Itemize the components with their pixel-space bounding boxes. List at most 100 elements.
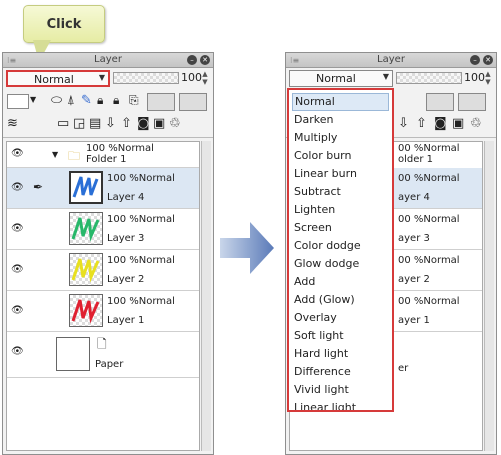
blend-option-soft-light[interactable]: Soft light bbox=[292, 327, 391, 345]
palette-icon[interactable]: ⬭ bbox=[51, 93, 62, 108]
layer-row-paper[interactable]: 👁︎ 🗋︎ Paper bbox=[7, 332, 199, 378]
blend-option-color-burn[interactable]: Color burn bbox=[292, 147, 391, 165]
toolbar-row-1 bbox=[426, 93, 486, 111]
blend-option-glow-dodge[interactable]: Glow dodge bbox=[292, 255, 391, 273]
lock-icon[interactable]: 🔒︎ bbox=[97, 93, 103, 108]
transfer-down-icon[interactable]: ⇩ bbox=[105, 116, 116, 131]
layer-name: Layer 1 bbox=[107, 315, 145, 326]
layer-name: Layer 4 bbox=[107, 192, 145, 203]
blend-option-difference[interactable]: Difference bbox=[292, 363, 391, 381]
clip-icon[interactable]: ⎘ bbox=[129, 93, 139, 108]
transfer-down-icon[interactable]: ⇩ bbox=[398, 116, 409, 131]
layer-list-scrollbar[interactable] bbox=[201, 141, 211, 451]
opacity-slider[interactable] bbox=[113, 72, 179, 84]
blend-option-hard-light[interactable]: Hard light bbox=[292, 345, 391, 363]
blend-option-lighten[interactable]: Lighten bbox=[292, 201, 391, 219]
pencil-icon[interactable]: ✎ bbox=[81, 93, 92, 108]
draft-layer-button[interactable] bbox=[179, 93, 207, 111]
blend-mode-dropdown[interactable]: Normal ▼ bbox=[289, 70, 393, 87]
expression-color-button[interactable] bbox=[7, 94, 29, 109]
layer-list-scrollbar[interactable] bbox=[484, 141, 494, 451]
mask-icon[interactable]: ◙ bbox=[137, 116, 150, 131]
mask-apply-icon[interactable]: ▣ bbox=[452, 116, 464, 131]
layer-name: Layer 2 bbox=[107, 274, 145, 285]
layer-info: 100 %Normal bbox=[107, 296, 175, 307]
reference-layer-button[interactable] bbox=[426, 93, 454, 111]
page-icon: 🗋︎ bbox=[97, 337, 107, 351]
new-folder-icon[interactable]: ▤ bbox=[89, 116, 101, 131]
chevron-down-icon: ▼ bbox=[98, 73, 105, 82]
layer-info: 00 %Normal bbox=[398, 214, 460, 225]
mask-apply-icon[interactable]: ▣ bbox=[153, 116, 165, 131]
eye-icon[interactable]: 👁︎ bbox=[11, 346, 24, 357]
combine-layer-icon[interactable]: ⇧ bbox=[416, 116, 427, 131]
layer-name: er bbox=[398, 363, 409, 374]
new-vector-layer-icon[interactable]: ◲ bbox=[73, 116, 85, 131]
layer-panel-left: ⁝≡ Layer – ✕ Normal ▼ 100 ▲ ▼ ▼ ⬭ ⍋ ✎ 🔒︎ … bbox=[2, 52, 214, 455]
blend-option-color-dodge[interactable]: Color dodge bbox=[292, 237, 391, 255]
layer-list: 👁︎ ▼ 🗀︎ 100 %Normal Folder 1 👁︎ ✒︎ 100 %… bbox=[6, 141, 200, 451]
eye-icon[interactable]: 👁︎ bbox=[11, 182, 24, 193]
divider bbox=[3, 137, 213, 138]
layer-thumbnail bbox=[69, 212, 103, 245]
blend-mode-value: Normal bbox=[316, 72, 356, 85]
folder-icon: 🗀︎ bbox=[68, 149, 81, 163]
layer-name: Paper bbox=[95, 359, 124, 370]
opacity-spinner[interactable]: ▲ ▼ bbox=[483, 70, 493, 86]
blend-mode-dropdown[interactable]: Normal ▼ bbox=[6, 70, 110, 87]
delete-layer-icon[interactable]: ♲ bbox=[470, 116, 482, 131]
minimize-icon[interactable]: – bbox=[470, 55, 480, 65]
ruler-icon[interactable]: ⍋ bbox=[67, 93, 75, 108]
blend-option-add[interactable]: Add bbox=[292, 273, 391, 291]
close-icon[interactable]: ✕ bbox=[483, 55, 493, 65]
opacity-value[interactable]: 100 bbox=[464, 71, 485, 85]
layer-row[interactable]: 👁︎ 100 %Normal Layer 1 bbox=[7, 291, 199, 332]
layer-name: older 1 bbox=[398, 154, 434, 165]
blend-option-add-glow[interactable]: Add (Glow) bbox=[292, 291, 391, 309]
combine-layer-icon[interactable]: ⇧ bbox=[121, 116, 132, 131]
blend-option-multiply[interactable]: Multiply bbox=[292, 129, 391, 147]
layer-thumbnail bbox=[69, 253, 103, 286]
eye-icon[interactable]: 👁︎ bbox=[11, 148, 24, 159]
layer-row[interactable]: 👁︎ 100 %Normal Layer 3 bbox=[7, 209, 199, 250]
chevron-down-icon[interactable]: ▼ bbox=[30, 95, 36, 104]
blend-option-darken[interactable]: Darken bbox=[292, 111, 391, 129]
opacity-spinner[interactable]: ▲ ▼ bbox=[200, 70, 210, 86]
toolbar-row-2: ⇩ ⇧ ◙ ▣ ♲ bbox=[398, 116, 488, 134]
layer-info: 00 %Normal bbox=[398, 296, 460, 307]
layer-stack-icon[interactable]: ≋ bbox=[7, 116, 18, 131]
blend-option-subtract[interactable]: Subtract bbox=[292, 183, 391, 201]
layer-row-selected[interactable]: 👁︎ ✒︎ 100 %Normal Layer 4 bbox=[7, 168, 199, 209]
new-raster-layer-icon[interactable]: ▭ bbox=[57, 116, 69, 131]
layer-row[interactable]: 👁︎ 100 %Normal Layer 2 bbox=[7, 250, 199, 291]
delete-layer-icon[interactable]: ♲ bbox=[169, 116, 181, 131]
layer-info: 00 %Normal bbox=[398, 255, 460, 266]
toolbar-row-2: ≋ ▭ ◲ ▤ ⇩ ⇧ ◙ ▣ ♲ bbox=[7, 116, 207, 134]
reference-layer-button[interactable] bbox=[147, 93, 175, 111]
blend-option-overlay[interactable]: Overlay bbox=[292, 309, 391, 327]
eye-icon[interactable]: 👁︎ bbox=[11, 223, 24, 234]
chevron-down-icon: ▼ bbox=[382, 72, 389, 81]
panel-titlebar: ⁝≡ Layer – ✕ bbox=[286, 53, 496, 68]
lock-transparent-icon[interactable]: 🔒︎ bbox=[113, 93, 119, 108]
blend-option-normal[interactable]: Normal bbox=[292, 93, 389, 111]
draft-layer-button[interactable] bbox=[458, 93, 486, 111]
layer-thumbnail bbox=[69, 171, 103, 204]
layer-name: ayer 3 bbox=[398, 233, 430, 244]
opacity-slider[interactable] bbox=[396, 72, 462, 84]
blend-mode-menu: Normal Darken Multiply Color burn Linear bur… bbox=[287, 88, 394, 412]
eye-icon[interactable]: 👁︎ bbox=[11, 264, 24, 275]
close-icon[interactable]: ✕ bbox=[200, 55, 210, 65]
blend-option-linear-burn[interactable]: Linear burn bbox=[292, 165, 391, 183]
minimize-icon[interactable]: – bbox=[187, 55, 197, 65]
pen-icon: ✒︎ bbox=[33, 180, 44, 194]
layer-name: Layer 3 bbox=[107, 233, 145, 244]
chevron-down-icon[interactable]: ▼ bbox=[52, 150, 58, 159]
mask-icon[interactable]: ◙ bbox=[434, 116, 447, 131]
blend-option-vivid-light[interactable]: Vivid light bbox=[292, 381, 391, 399]
blend-option-linear-light[interactable]: Linear light bbox=[292, 399, 391, 410]
eye-icon[interactable]: 👁︎ bbox=[11, 305, 24, 316]
blend-option-screen[interactable]: Screen bbox=[292, 219, 391, 237]
layer-row-folder[interactable]: 👁︎ ▼ 🗀︎ 100 %Normal Folder 1 bbox=[7, 142, 199, 168]
opacity-value[interactable]: 100 bbox=[181, 71, 202, 85]
